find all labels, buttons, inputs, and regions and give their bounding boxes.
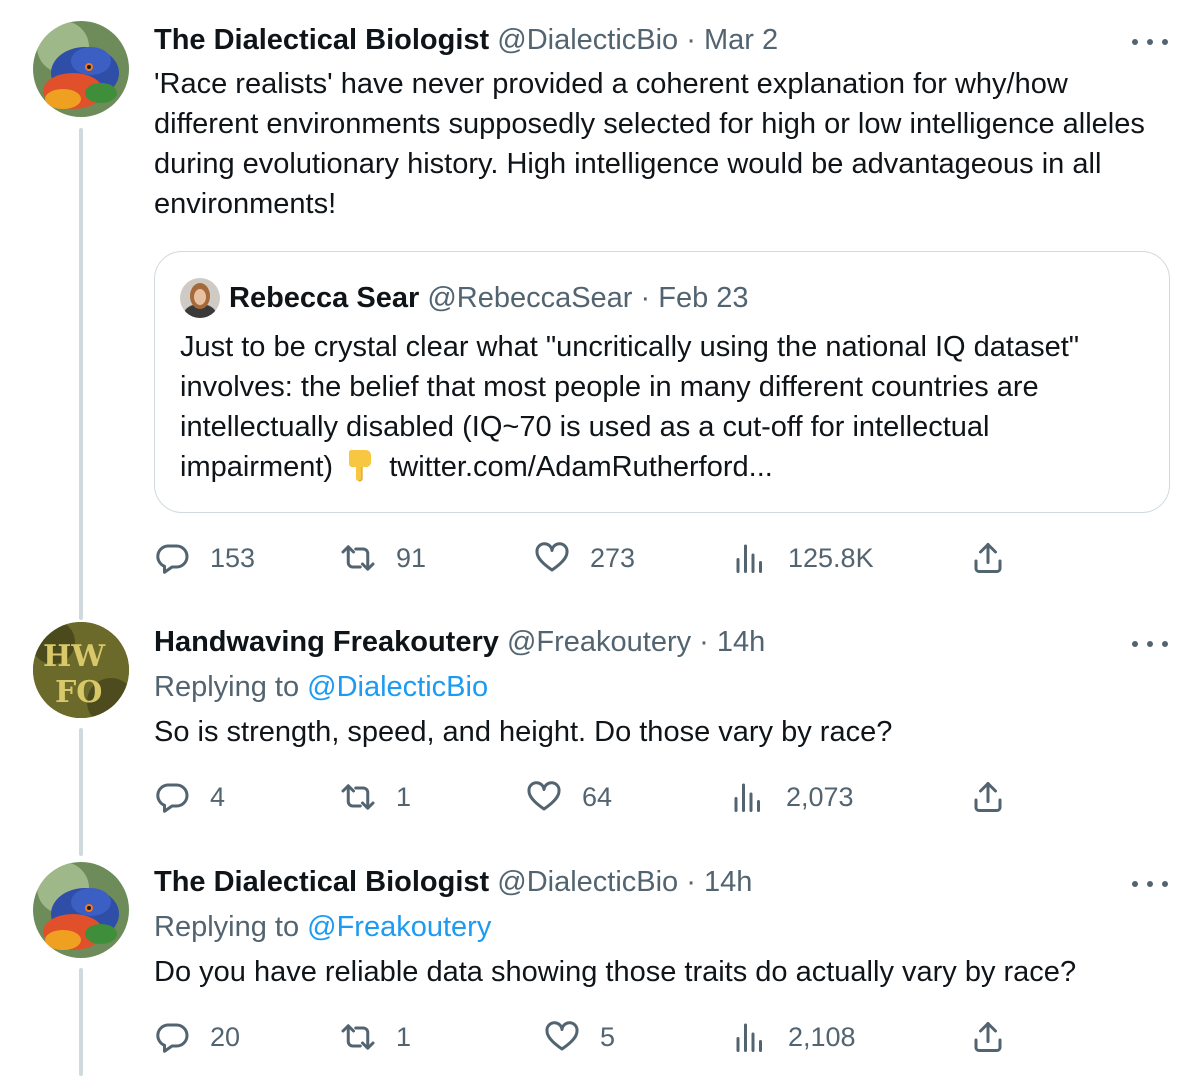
views-button[interactable]: 125.8K [732, 538, 874, 578]
thread-line [79, 968, 83, 1076]
like-count: 273 [590, 543, 636, 573]
author-name[interactable]: The Dialectical Biologist [154, 866, 489, 898]
like-count: 5 [600, 1022, 616, 1052]
tweet-header: Handwaving Freakoutery @Freakoutery · 14… [154, 624, 765, 660]
quote-time: Feb 23 [658, 282, 749, 314]
svg-text:FO: FO [55, 675, 102, 710]
quote-author-handle: @RebeccaSear [427, 282, 633, 314]
share-icon [974, 1022, 1002, 1052]
view-count: 125.8K [788, 543, 874, 573]
author-handle[interactable]: @DialecticBio [497, 24, 678, 56]
reply-button[interactable]: 153 [154, 538, 255, 578]
tweet-time[interactable]: Mar 2 [704, 24, 778, 56]
svg-text:HW: HW [43, 639, 106, 674]
thread-line [79, 128, 83, 620]
reply-count: 20 [210, 1022, 241, 1052]
more-icon[interactable] [1132, 32, 1168, 52]
retweet-count: 91 [396, 543, 427, 573]
quote-link[interactable]: twitter.com/AdamRutherford... [389, 451, 773, 483]
quote-author-name: Rebecca Sear [229, 282, 420, 314]
views-icon [736, 1023, 762, 1052]
views-button[interactable]: 2,108 [732, 1017, 856, 1057]
quote-text: Just to be crystal clear what "uncritica… [180, 327, 1150, 487]
retweet-button[interactable]: 1 [340, 1017, 411, 1057]
separator: · [691, 626, 717, 658]
retweet-icon [341, 545, 375, 571]
share-icon [974, 543, 1002, 573]
avatar[interactable] [33, 862, 129, 958]
tweet-text: 'Race realists' have never provided a co… [154, 68, 1145, 220]
replying-to: Replying to @Freakoutery [154, 909, 491, 945]
tweet-header: The Dialectical Biologist @DialecticBio … [154, 864, 752, 900]
reply-icon [156, 783, 189, 813]
reply-count: 4 [210, 782, 226, 812]
replying-to: Replying to @DialecticBio [154, 669, 488, 705]
replying-label: Replying to [154, 671, 300, 703]
pointing-down-icon [345, 448, 375, 482]
more-icon[interactable] [1132, 634, 1168, 654]
retweet-count: 1 [396, 1022, 412, 1052]
share-button[interactable] [970, 538, 1006, 578]
share-button[interactable] [970, 1017, 1006, 1057]
retweet-icon [341, 1024, 375, 1050]
avatar[interactable]: HW FO [33, 622, 129, 718]
author-handle[interactable]: @DialecticBio [497, 866, 678, 898]
tweet-actions: 20 1 5 2,108 [154, 1017, 1014, 1057]
share-icon [974, 782, 1002, 812]
like-button[interactable]: 64 [526, 777, 612, 817]
view-count: 2,073 [786, 782, 854, 812]
separator: · [678, 24, 704, 56]
tweet-time[interactable]: 14h [704, 866, 752, 898]
replying-mention[interactable]: @Freakoutery [307, 911, 491, 943]
reply-count: 153 [210, 543, 256, 573]
quote-avatar [180, 278, 220, 318]
reply-button[interactable]: 20 [154, 1017, 240, 1057]
tweet-text: Do you have reliable data showing those … [154, 956, 1077, 988]
retweet-count: 1 [396, 782, 412, 812]
like-button[interactable]: 273 [534, 538, 635, 578]
separator: · [678, 866, 704, 898]
thread-line [79, 728, 83, 856]
more-icon[interactable] [1132, 874, 1168, 894]
reply-icon [156, 544, 189, 574]
views-button[interactable]: 2,073 [730, 777, 854, 817]
retweet-button[interactable]: 91 [340, 538, 426, 578]
retweet-button[interactable]: 1 [340, 777, 411, 817]
tweet-actions: 153 91 273 125.8K [154, 538, 1014, 578]
tweet-time[interactable]: 14h [717, 626, 765, 658]
like-icon [527, 781, 561, 811]
quote-tweet-card[interactable]: Rebecca Sear @RebeccaSear · Feb 23 Just … [154, 251, 1170, 513]
like-button[interactable]: 5 [544, 1017, 615, 1057]
like-count: 64 [582, 782, 613, 812]
replying-label: Replying to [154, 911, 300, 943]
avatar[interactable] [33, 21, 129, 117]
tweet-header: The Dialectical Biologist @DialecticBio … [154, 22, 778, 58]
separator: · [632, 282, 659, 314]
retweet-icon [341, 784, 375, 810]
views-icon [736, 544, 762, 573]
like-icon [545, 1021, 579, 1051]
quote-header: Rebecca Sear @RebeccaSear · Feb 23 [229, 278, 749, 318]
reply-icon [156, 1023, 189, 1053]
reply-button[interactable]: 4 [154, 777, 225, 817]
view-count: 2,108 [788, 1022, 856, 1052]
views-icon [734, 783, 760, 812]
tweet-text: So is strength, speed, and height. Do th… [154, 716, 893, 748]
author-handle[interactable]: @Freakoutery [507, 626, 691, 658]
tweet-actions: 4 1 64 2,073 [154, 777, 1014, 817]
like-icon [535, 542, 569, 572]
author-name[interactable]: The Dialectical Biologist [154, 24, 489, 56]
share-button[interactable] [970, 777, 1006, 817]
author-name[interactable]: Handwaving Freakoutery [154, 626, 499, 658]
replying-mention[interactable]: @DialecticBio [307, 671, 488, 703]
